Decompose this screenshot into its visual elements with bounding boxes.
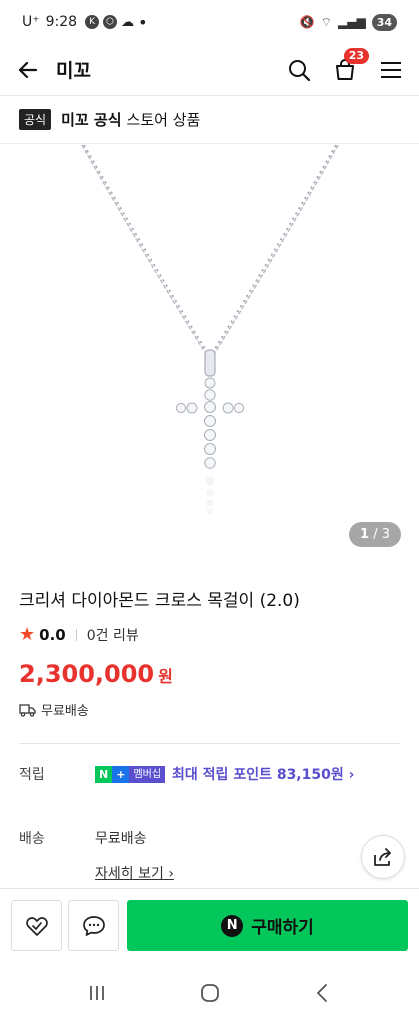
menu-button[interactable] — [377, 56, 405, 84]
search-icon — [289, 59, 311, 81]
delivery-detail-link[interactable]: 자세히 보기 › — [95, 863, 174, 883]
share-button[interactable] — [361, 835, 405, 879]
mute-icon: 🔇 — [299, 15, 315, 29]
buy-button[interactable]: N 구매하기 — [127, 900, 408, 951]
product-name: 크리셔 다이아몬드 크로스 목걸이 (2.0) — [19, 591, 300, 611]
rating-score: 0.0 — [39, 625, 66, 644]
pager-current: 1 — [360, 527, 370, 542]
back-button[interactable] — [14, 56, 42, 84]
detail-link-text: 자세히 보기 — [95, 866, 164, 882]
star-icon: ★ — [19, 624, 36, 645]
max-points-text: 최대 적립 포인트 83,150원 — [172, 767, 344, 783]
signal-icon: ▂▄▆ — [338, 15, 366, 29]
cart-count-badge: 23 — [343, 47, 369, 64]
max-points-link[interactable]: 최대 적립 포인트 83,150원 › — [172, 764, 354, 784]
product-image-gallery[interactable]: 1 / 3 — [0, 144, 419, 555]
pager-total: 3 — [381, 527, 390, 542]
back-nav-icon[interactable] — [313, 982, 333, 1004]
image-pager: 1 / 3 — [349, 522, 401, 547]
page-title: 미꼬 — [56, 60, 91, 82]
product-price: 2,300,000 원 — [19, 660, 173, 688]
store-name: 미꼬 공식 — [61, 111, 122, 129]
app-header: 미꼬 23 — [0, 44, 419, 96]
status-bar: U⁺ 9:28 K ⬡ ☁ • 🔇 ⌔ ▂▄▆ 34 — [0, 0, 419, 44]
naver-n-logo-icon: N — [221, 914, 244, 937]
review-count: 0건 리뷰 — [86, 627, 139, 644]
status-time: 9:28 — [45, 14, 78, 30]
cloud-icon: ☁ — [121, 14, 135, 30]
points-label: 적립 — [19, 767, 45, 783]
search-button[interactable] — [285, 56, 313, 84]
plus-badge: + — [112, 765, 130, 783]
truck-icon — [19, 703, 36, 717]
membership-badge: 멤버십 — [129, 765, 166, 783]
section-divider — [19, 743, 400, 744]
battery-indicator: 34 — [371, 13, 397, 31]
heart-check-icon — [25, 916, 48, 936]
notification-icon: ⬡ — [103, 15, 118, 29]
cart-button[interactable]: 23 — [331, 47, 369, 84]
talk-button[interactable] — [68, 900, 119, 951]
rating-row[interactable]: ★ 0.0 0건 리뷰 — [19, 624, 139, 645]
delivery-row: 배송 무료배송 — [19, 828, 147, 848]
delivery-label: 배송 — [19, 831, 45, 847]
delivery-value: 무료배송 — [95, 831, 147, 847]
chevron-right-icon: › — [348, 767, 355, 783]
bottom-action-bar: N 구매하기 — [0, 888, 419, 962]
buy-button-label: 구매하기 — [251, 918, 314, 938]
shipping-text: 무료배송 — [41, 704, 89, 719]
chat-bubble-icon — [82, 915, 105, 936]
price-value: 2,300,000 — [19, 660, 155, 688]
divider — [75, 628, 77, 641]
more-notifications-dot: • — [138, 12, 148, 32]
store-info-row[interactable]: 공식 미꼬 공식 스토어 상품 — [0, 96, 419, 144]
home-icon[interactable] — [199, 982, 221, 1004]
wishlist-button[interactable] — [11, 900, 62, 951]
points-row: 적립 N + 멤버십 최대 적립 포인트 83,150원 › — [19, 764, 354, 784]
price-currency: 원 — [158, 667, 173, 686]
chevron-right-icon: › — [168, 866, 174, 882]
arrow-left-icon — [18, 61, 38, 78]
recent-apps-icon[interactable] — [86, 983, 108, 1003]
official-badge: 공식 — [19, 109, 52, 130]
notification-icon: K — [85, 15, 100, 29]
naver-n-badge: N — [95, 765, 113, 783]
hamburger-menu-icon — [381, 61, 401, 78]
share-icon — [374, 848, 391, 866]
naver-membership-badge: N + 멤버십 — [95, 765, 166, 783]
wifi-icon: ⌔ — [320, 14, 332, 29]
product-image — [81, 144, 339, 514]
system-navigation-bar — [0, 962, 419, 1024]
store-suffix: 스토어 상품 — [126, 111, 201, 129]
shipping-info: 무료배송 — [19, 700, 89, 719]
carrier-label: U⁺ — [22, 14, 40, 30]
